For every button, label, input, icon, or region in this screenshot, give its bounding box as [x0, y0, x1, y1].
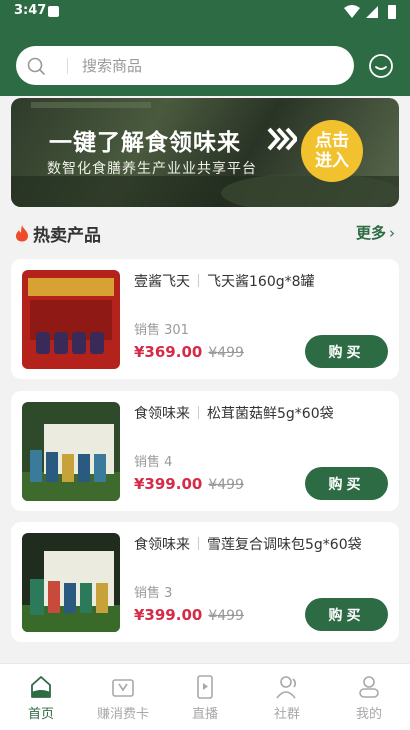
chevron-right-icon [267, 127, 297, 151]
community-icon [276, 676, 297, 699]
bottom-tab-bar: 首页 赚消费卡 直播 社群 我的 [0, 663, 410, 730]
product-price: ¥399.00 [134, 606, 203, 624]
fire-icon [16, 225, 28, 242]
product-sales: 销售 301 [134, 323, 189, 338]
live-icon [197, 675, 213, 699]
hot-products-header: 热卖产品 更多 › [0, 218, 410, 248]
product-price: ¥399.00 [134, 475, 203, 493]
product-price: ¥369.00 [134, 343, 203, 361]
tab-live[interactable]: 直播 [164, 664, 246, 730]
search-divider [67, 58, 68, 74]
search-bar[interactable] [16, 46, 354, 85]
status-bar: 3:47 [0, 0, 410, 24]
profile-icon [359, 676, 379, 698]
product-title: 壹酱飞天 飞天酱160g*8罐 [134, 271, 315, 291]
tab-label: 我的 [355, 707, 382, 722]
tab-label: 首页 [27, 707, 54, 722]
tab-profile[interactable]: 我的 [328, 664, 410, 730]
product-name: 雪莲复合调味包5g*60袋 [207, 537, 362, 553]
banner-headline: 一键了解食领味来 [49, 130, 241, 156]
product-brand: 食领味来 [134, 406, 190, 422]
promo-banner[interactable]: 一键了解食领味来 数智化食膳养生产业业共享平台 点击 进入 [11, 98, 399, 207]
product-name: 松茸菌菇鲜5g*60袋 [207, 406, 334, 422]
search-icon [27, 57, 45, 75]
product-price-row: ¥399.00 ¥499 [134, 606, 244, 624]
product-title: 食领味来 雪莲复合调味包5g*60袋 [134, 534, 362, 554]
tab-community[interactable]: 社群 [246, 664, 328, 730]
tab-label: 赚消费卡 [96, 707, 149, 722]
product-price-row: ¥369.00 ¥499 [134, 343, 244, 361]
tab-label: 直播 [191, 707, 218, 722]
banner-subline: 数智化食膳养生产业业共享平台 [47, 161, 257, 177]
search-input[interactable] [82, 46, 342, 85]
product-card[interactable]: 壹酱飞天 飞天酱160g*8罐 销售 301 ¥369.00 ¥499 购买 [11, 259, 399, 379]
banner-enter-button[interactable]: 点击 进入 [301, 120, 363, 182]
signal-battery-icon [344, 5, 396, 19]
tab-home[interactable]: 首页 [0, 664, 82, 730]
product-sales: 销售 4 [134, 455, 173, 470]
chat-icon[interactable] [368, 53, 394, 79]
tab-earn-card[interactable]: 赚消费卡 [82, 664, 164, 730]
product-image [22, 533, 120, 632]
status-time: 3:47 [14, 3, 47, 18]
product-name: 飞天酱160g*8罐 [207, 274, 315, 290]
app-header: 3:47 [0, 0, 410, 96]
home-icon [31, 676, 51, 698]
product-original-price: ¥499 [208, 477, 244, 493]
product-card[interactable]: 食领味来 雪莲复合调味包5g*60袋 销售 3 ¥399.00 ¥499 购买 [11, 522, 399, 642]
cta-line1: 点击 [315, 131, 349, 151]
notification-icon [48, 6, 59, 17]
product-card[interactable]: 食领味来 松茸菌菇鲜5g*60袋 销售 4 ¥399.00 ¥499 购买 [11, 391, 399, 511]
buy-button[interactable]: 购买 [305, 335, 388, 368]
product-image [22, 402, 120, 501]
card-icon [112, 679, 134, 697]
cta-line2: 进入 [315, 151, 349, 171]
product-brand: 食领味来 [134, 537, 190, 553]
product-brand: 壹酱飞天 [134, 274, 190, 290]
title-divider [198, 406, 199, 419]
tab-label: 社群 [273, 707, 300, 722]
title-divider [198, 274, 199, 287]
title-divider [198, 537, 199, 550]
buy-button[interactable]: 购买 [305, 467, 388, 500]
buy-button[interactable]: 购买 [305, 598, 388, 631]
section-title: 热卖产品 [33, 226, 101, 246]
product-sales: 销售 3 [134, 586, 173, 601]
product-price-row: ¥399.00 ¥499 [134, 475, 244, 493]
product-title: 食领味来 松茸菌菇鲜5g*60袋 [134, 403, 334, 423]
product-image [22, 270, 120, 369]
more-label: 更多 [355, 224, 386, 242]
product-original-price: ¥499 [208, 345, 244, 361]
more-link[interactable]: 更多 › [356, 222, 395, 243]
chevron-right-icon: › [389, 224, 395, 242]
product-original-price: ¥499 [208, 608, 244, 624]
